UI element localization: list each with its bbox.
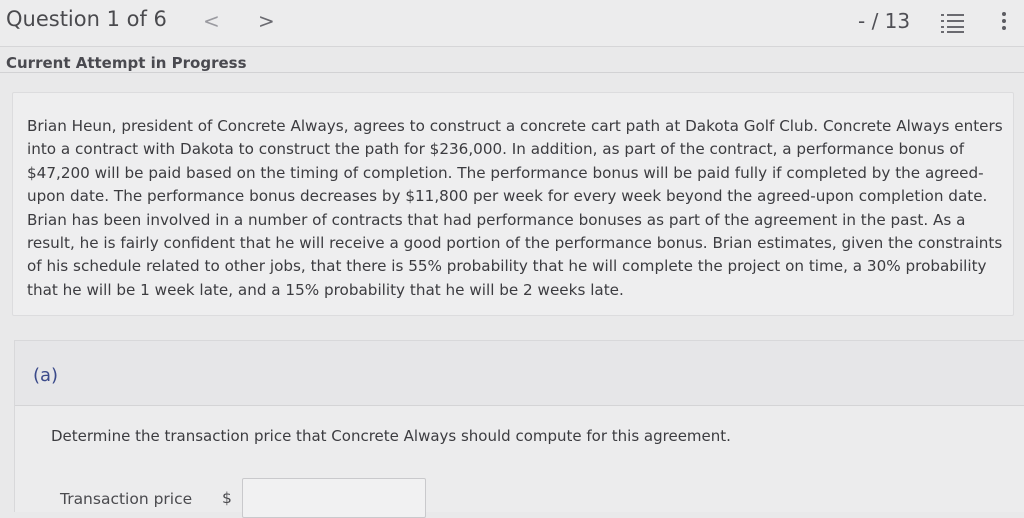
divider [0, 72, 1024, 73]
top-bar: Question 1 of 6 < > - / 13 [0, 0, 1024, 47]
transaction-price-input[interactable] [242, 478, 426, 518]
chevron-left-icon[interactable]: < [203, 9, 220, 33]
part-a-card: (a) Determine the transaction price that… [14, 340, 1024, 518]
part-a-header: (a) [15, 341, 1024, 406]
part-instruction: Determine the transaction price that Con… [51, 427, 731, 445]
question-title: Question 1 of 6 [6, 7, 167, 31]
part-label: (a) [33, 365, 59, 386]
question-card: Brian Heun, president of Concrete Always… [12, 92, 1014, 316]
more-vertical-icon[interactable] [1000, 12, 1008, 34]
chevron-right-icon[interactable]: > [258, 9, 275, 33]
attempt-status: Current Attempt in Progress [6, 54, 247, 72]
numbered-list-icon[interactable] [941, 13, 965, 33]
transaction-price-label: Transaction price [60, 490, 193, 508]
question-text: Brian Heun, president of Concrete Always… [27, 117, 1003, 299]
score-display: - / 13 [858, 9, 911, 33]
currency-symbol: $ [222, 489, 232, 507]
